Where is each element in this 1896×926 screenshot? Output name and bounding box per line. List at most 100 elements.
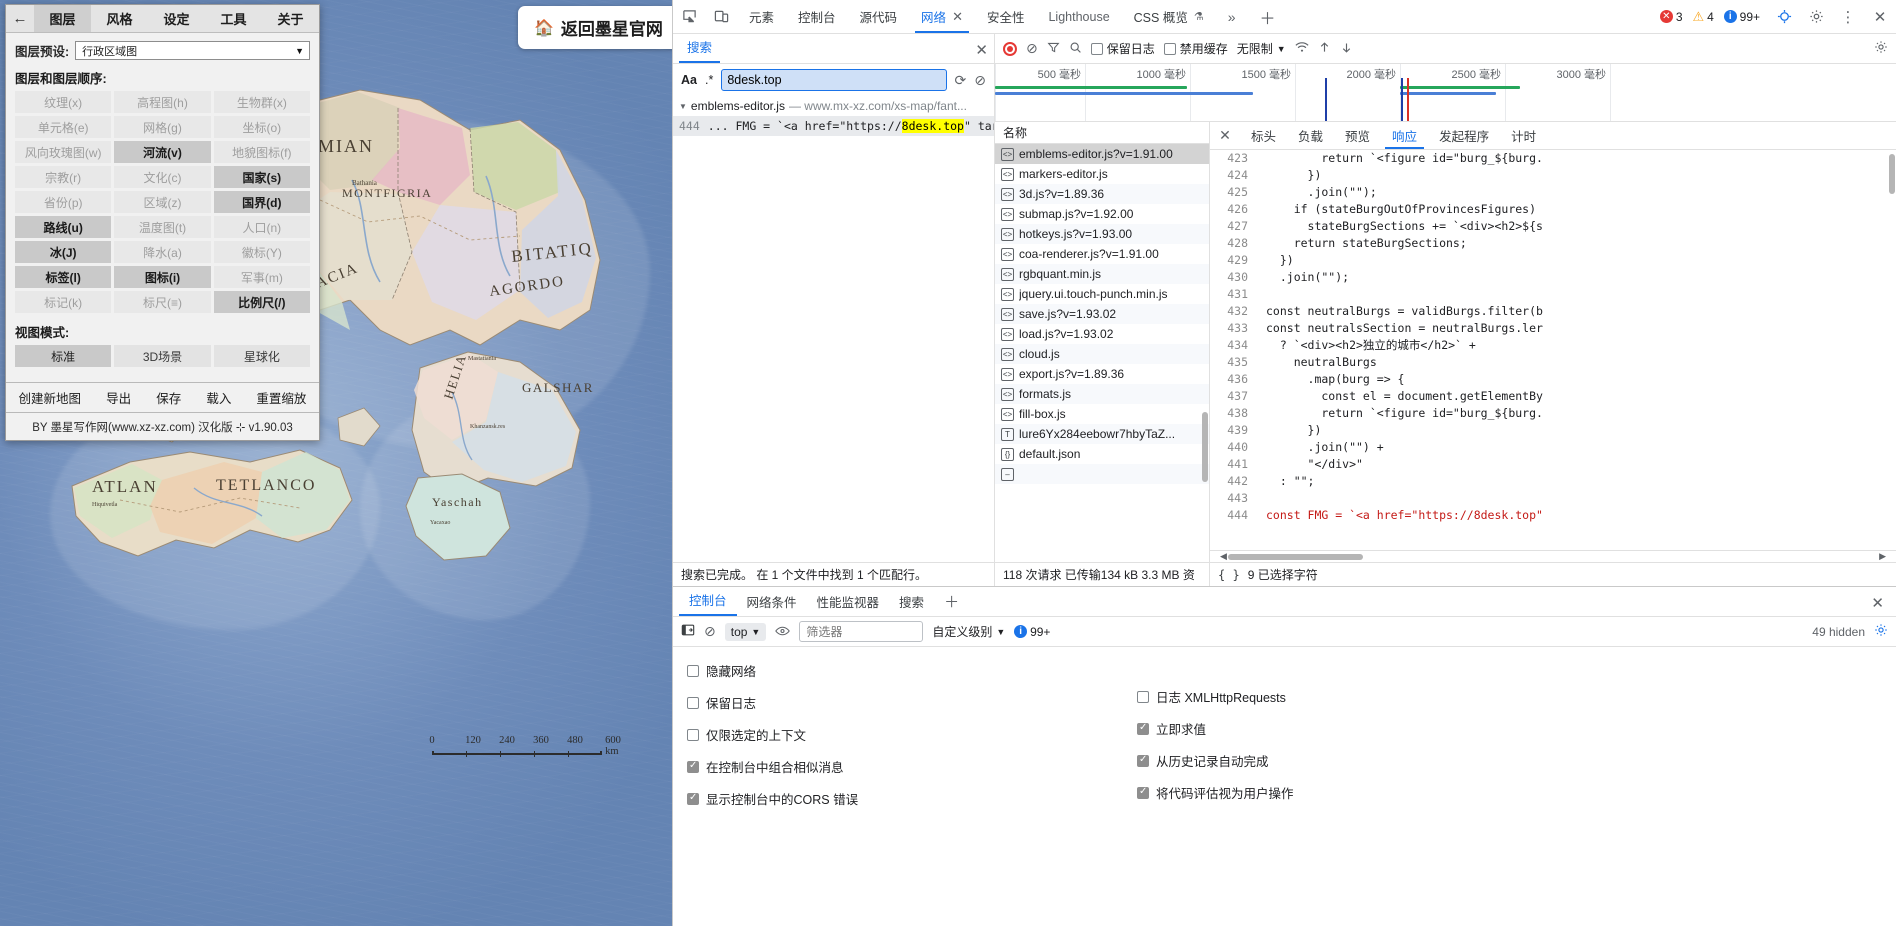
refresh-icon[interactable]: ⟳ bbox=[955, 72, 967, 89]
inspect-element-icon[interactable] bbox=[673, 0, 705, 33]
setting-log-xhr[interactable]: 日志 XMLHttpRequests bbox=[1137, 687, 1294, 706]
setting-hide-network[interactable]: 隐藏网络 bbox=[687, 661, 858, 680]
setting-selected-context-only[interactable]: 仅限选定的上下文 bbox=[687, 725, 858, 744]
filter-icon[interactable] bbox=[1047, 41, 1060, 57]
reset-zoom-button[interactable]: 重置缩放 bbox=[256, 388, 306, 407]
table-row[interactable]: <> rgbquant.min.js bbox=[995, 264, 1209, 284]
tab-preview[interactable]: 预览 bbox=[1334, 122, 1381, 149]
view-mode-3d-scene[interactable]: 3D场景 bbox=[114, 345, 211, 367]
save-button[interactable]: 保存 bbox=[156, 388, 181, 407]
new-map-button[interactable]: 创建新地图 bbox=[19, 388, 82, 407]
layer-button-rivers[interactable]: 河流(v) bbox=[114, 141, 211, 163]
tab-headers[interactable]: 标头 bbox=[1240, 122, 1287, 149]
close-icon[interactable]: ✕ bbox=[952, 9, 963, 25]
setting-preserve-log[interactable]: 保留日志 bbox=[687, 693, 858, 712]
close-icon[interactable]: ✕ bbox=[975, 41, 988, 63]
request-column-header[interactable]: 名称 bbox=[995, 122, 1209, 144]
layer-preset-select[interactable]: 行政区域图 ▼ bbox=[75, 41, 310, 60]
code-vertical-scrollbar[interactable] bbox=[1889, 154, 1895, 194]
regex-button[interactable]: .* bbox=[705, 73, 713, 87]
table-row[interactable]: Tlure6Yx284eebowr7hbyTaZ... bbox=[995, 424, 1209, 444]
layer-button-cultures[interactable]: 文化(c) bbox=[114, 166, 211, 188]
disable-cache-checkbox[interactable]: 禁用缓存 bbox=[1163, 40, 1228, 57]
tab-tools[interactable]: 工具 bbox=[205, 5, 262, 32]
table-row[interactable]: <> load.js?v=1.93.02 bbox=[995, 324, 1209, 344]
search-result-line[interactable]: 444 ... FMG = `<a href="https://8desk.to… bbox=[673, 116, 994, 136]
error-badge[interactable]: ✕ 3 bbox=[1659, 10, 1683, 24]
layer-button-texture[interactable]: 纹理(x) bbox=[15, 91, 112, 113]
load-button[interactable]: 载入 bbox=[206, 388, 231, 407]
setting-eval-as-user-action[interactable]: 将代码评估视为用户操作 bbox=[1137, 783, 1294, 802]
tab-initiator[interactable]: 发起程序 bbox=[1428, 122, 1500, 149]
layer-button-states[interactable]: 国家(s) bbox=[213, 166, 310, 188]
layer-button-emblems[interactable]: 徽标(Y) bbox=[213, 241, 310, 263]
table-row[interactable]: <> export.js?v=1.89.36 bbox=[995, 364, 1209, 384]
upload-arrow-icon[interactable] bbox=[1318, 41, 1331, 57]
throttling-select[interactable]: 无限制 ▼ bbox=[1237, 40, 1286, 57]
tab-search[interactable]: 搜索 bbox=[889, 592, 934, 616]
search-tab[interactable]: 搜索 bbox=[679, 37, 721, 63]
table-row[interactable]: <> jquery.ui.touch-punch.min.js bbox=[995, 284, 1209, 304]
table-row[interactable]: {} default.json bbox=[995, 444, 1209, 464]
layer-button-rulers[interactable]: 标尺(≡) bbox=[114, 291, 211, 313]
record-toggle-icon[interactable] bbox=[1768, 0, 1800, 33]
search-icon[interactable] bbox=[1069, 41, 1082, 57]
layer-button-heightmap[interactable]: 高程图(h) bbox=[114, 91, 211, 113]
chevron-right-icon[interactable]: ▶ bbox=[1879, 551, 1886, 562]
layer-button-temperature[interactable]: 温度图(t) bbox=[114, 216, 211, 238]
layer-button-zones[interactable]: 区域(z) bbox=[114, 191, 211, 213]
table-row[interactable]: <> emblems-editor.js?v=1.91.00 bbox=[995, 144, 1209, 164]
close-icon[interactable]: ✕ bbox=[1865, 594, 1890, 616]
table-row[interactable]: <> markers-editor.js bbox=[995, 164, 1209, 184]
table-row[interactable]: <> 3d.js?v=1.89.36 bbox=[995, 184, 1209, 204]
layer-button-cells[interactable]: 单元格(e) bbox=[15, 116, 112, 138]
table-row[interactable]: <> submap.js?v=1.92.00 bbox=[995, 204, 1209, 224]
kebab-menu-icon[interactable]: ⋮ bbox=[1832, 0, 1864, 33]
setting-eager-evaluation[interactable]: 立即求值 bbox=[1137, 719, 1294, 738]
chevron-left-icon[interactable]: ◀ bbox=[1220, 551, 1227, 562]
warning-badge[interactable]: ⚠ 4 bbox=[1693, 9, 1714, 25]
tab-network[interactable]: 网络 ✕ bbox=[909, 0, 975, 33]
tab-payload[interactable]: 负载 bbox=[1287, 122, 1334, 149]
close-devtools-icon[interactable]: ✕ bbox=[1864, 0, 1896, 33]
table-row[interactable]: <> cloud.js bbox=[995, 344, 1209, 364]
show-sidebar-icon[interactable] bbox=[681, 623, 695, 640]
network-timeline[interactable]: 500 毫秒 1000 毫秒 1500 毫秒 2000 毫秒 2500 毫秒 3… bbox=[995, 64, 1896, 122]
live-expression-icon[interactable] bbox=[775, 624, 791, 640]
layer-button-icons[interactable]: 图标(i) bbox=[114, 266, 211, 288]
tab-performance-monitor[interactable]: 性能监视器 bbox=[807, 592, 890, 616]
gear-icon[interactable] bbox=[1874, 40, 1888, 57]
table-row[interactable]: <> hotkeys.js?v=1.93.00 bbox=[995, 224, 1209, 244]
console-filter-input[interactable] bbox=[799, 621, 924, 642]
tab-timing[interactable]: 计时 bbox=[1500, 122, 1547, 149]
layer-button-coordinates[interactable]: 坐标(o) bbox=[213, 116, 310, 138]
tab-about[interactable]: 关于 bbox=[262, 5, 319, 32]
layer-button-precipitation[interactable]: 降水(a) bbox=[114, 241, 211, 263]
gear-icon[interactable] bbox=[1874, 623, 1888, 640]
setting-group-similar[interactable]: 在控制台中组合相似消息 bbox=[687, 757, 858, 776]
view-mode-standard[interactable]: 标准 bbox=[15, 345, 112, 367]
table-row[interactable]: – bbox=[995, 464, 1209, 484]
tab-style[interactable]: 风格 bbox=[91, 5, 148, 32]
layer-button-windrose[interactable]: 风向玫瑰图(w) bbox=[15, 141, 112, 163]
layer-button-relief[interactable]: 地貌图标(f) bbox=[213, 141, 310, 163]
layer-button-borders[interactable]: 国界(d) bbox=[213, 191, 310, 213]
layer-button-markers[interactable]: 标记(k) bbox=[15, 291, 112, 313]
table-row[interactable]: <> formats.js bbox=[995, 384, 1209, 404]
setting-show-cors-errors[interactable]: 显示控制台中的CORS 错误 bbox=[687, 789, 858, 808]
layer-button-routes[interactable]: 路线(u) bbox=[15, 216, 112, 238]
export-button[interactable]: 导出 bbox=[106, 388, 131, 407]
layer-button-scalebar[interactable]: 比例尺(/) bbox=[213, 291, 310, 313]
console-info-badge[interactable]: i 99+ bbox=[1014, 625, 1050, 639]
request-rows[interactable]: <> emblems-editor.js?v=1.91.00 <> markers-… bbox=[995, 144, 1209, 562]
tab-options[interactable]: 设定 bbox=[148, 5, 205, 32]
view-mode-globe[interactable]: 星球化 bbox=[213, 345, 310, 367]
layer-button-labels[interactable]: 标签(l) bbox=[15, 266, 112, 288]
plus-icon[interactable]: ＋ bbox=[934, 591, 969, 616]
back-arrow-icon[interactable]: ← bbox=[6, 5, 34, 32]
scroll-thumb[interactable] bbox=[1228, 553, 1363, 560]
record-stop-icon[interactable] bbox=[1003, 41, 1017, 56]
tab-security[interactable]: 安全性 bbox=[975, 0, 1037, 33]
layer-button-population[interactable]: 人口(n) bbox=[213, 216, 310, 238]
table-row[interactable]: <> coa-renderer.js?v=1.91.00 bbox=[995, 244, 1209, 264]
